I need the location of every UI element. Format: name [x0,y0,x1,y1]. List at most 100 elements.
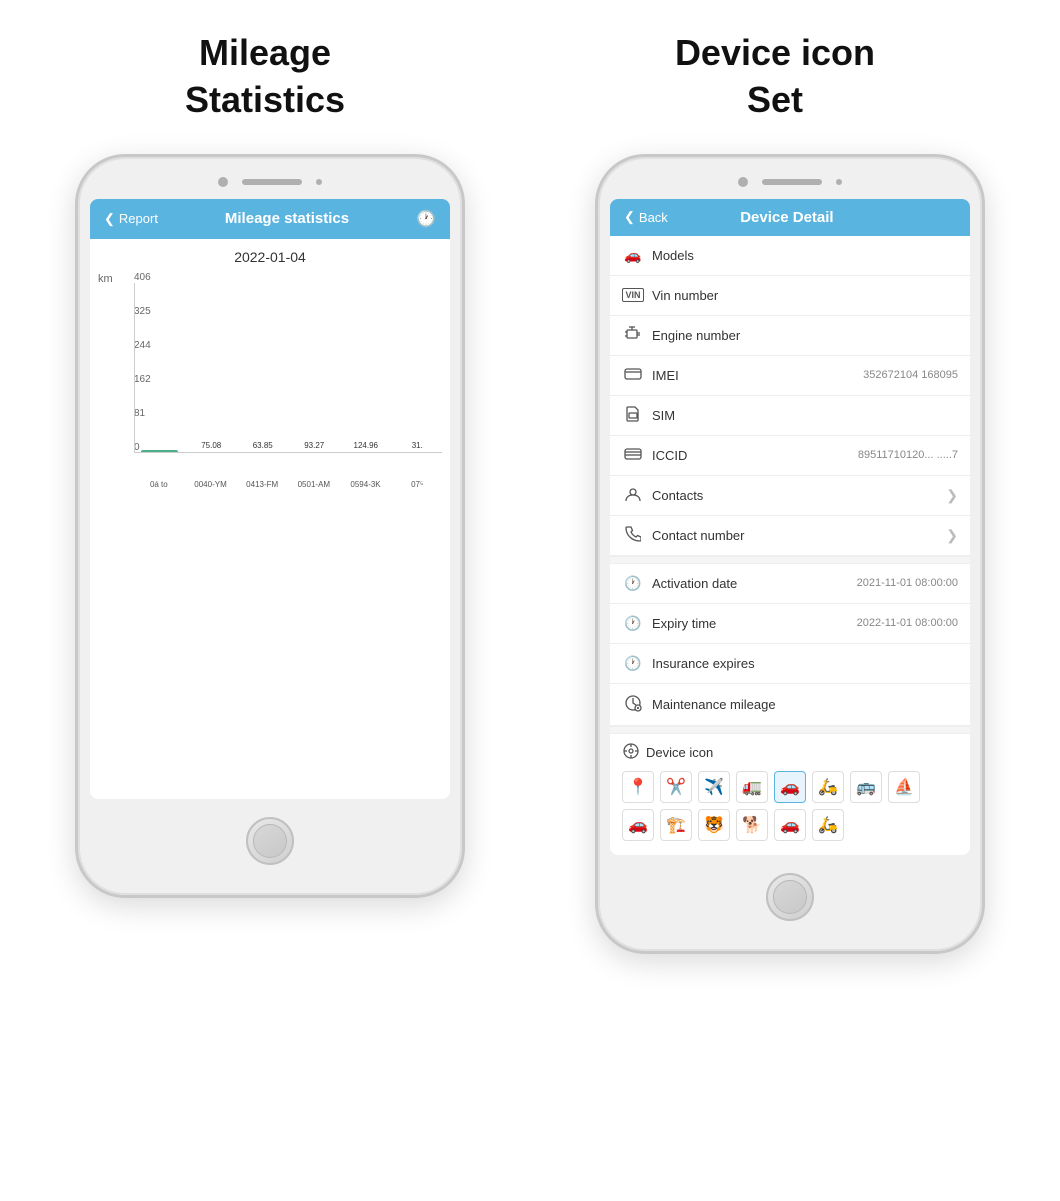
x-label-3: 0501-AM [289,480,339,489]
icon-dog[interactable]: 🐕 [736,809,768,841]
nav-back-device[interactable]: ❮ Back [624,209,668,225]
contacts-icon [622,486,644,505]
icon-car[interactable]: 🚗 [774,771,806,803]
right-screen: ❮ Back Device Detail 🚗 Models VIN Vin nu… [610,199,970,855]
models-label: Models [652,248,958,263]
activation-label: Activation date [652,576,853,591]
device-icon-title-icon [622,742,640,763]
clock-icon-2: 🕐 [622,615,644,632]
bar-group-0 [135,450,185,452]
row-contact-number[interactable]: Contact number ❯ [610,516,970,556]
x-label-0: 0á to [134,480,184,489]
left-section-title: Mileage Statistics [185,30,345,124]
row-vin: VIN Vin number [610,276,970,316]
nav-back-mileage[interactable]: ❮ Report [104,211,158,227]
icon-scooter2[interactable]: 🛵 [812,809,844,841]
history-icon[interactable]: 🕐 [416,209,436,229]
y-tick-406: 406 [134,273,151,283]
sim-label: SIM [652,408,958,423]
imei-value: 352672104 168095 [863,369,958,381]
back-chevron-right: ❮ [624,209,635,225]
section-divider-2 [610,726,970,734]
engine-icon [622,326,644,345]
home-button-inner-right [773,880,807,914]
bar-group-5: 31. [393,441,443,452]
clock-icon-3: 🕐 [622,655,644,672]
device-icon-title: Device icon [622,742,958,763]
y-label: km [98,273,113,285]
phone-top-left [90,177,450,187]
vin-label: Vin number [652,288,958,303]
chart-date: 2022-01-04 [98,249,442,265]
camera-left [218,177,228,187]
iccid-icon [622,447,644,464]
row-models: 🚗 Models [610,236,970,276]
engine-label: Engine number [652,328,958,343]
device-list-1: 🚗 Models VIN Vin number [610,236,970,556]
iccid-label: ICCID [652,448,854,463]
icon-truck[interactable]: 🚛 [736,771,768,803]
insurance-label: Insurance expires [652,656,958,671]
contacts-label: Contacts [652,488,942,503]
home-button-left[interactable] [246,817,294,865]
icon-scooter1[interactable]: 🛵 [812,771,844,803]
clock-icon-1: 🕐 [622,575,644,592]
x-label-2: 0413-FM [237,480,287,489]
icon-excavator[interactable]: 🏗️ [660,809,692,841]
device-list-2: 🕐 Activation date 2021-11-01 08:00:00 🕐 … [610,564,970,726]
icon-scissors[interactable]: ✂️ [660,771,692,803]
icon-location[interactable]: 📍 [622,771,654,803]
bar-group-2: 63.85 [238,441,288,452]
maintenance-label: Maintenance mileage [652,697,958,712]
expiry-value: 2022-11-01 08:00:00 [857,617,958,629]
notch-dot-right [836,179,842,185]
icon-tiger[interactable]: 🐯 [698,809,730,841]
notch-dot-left [316,179,322,185]
home-button-right[interactable] [766,873,814,921]
camera-right [738,177,748,187]
nav-bar-device: ❮ Back Device Detail [610,199,970,236]
bar-value-5: 31. [412,441,423,450]
bar-group-3: 93.27 [290,441,340,452]
icon-bus[interactable]: 🚌 [850,771,882,803]
icon-plane[interactable]: ✈️ [698,771,730,803]
icon-row-1: 📍 ✂️ ✈️ 🚛 🚗 🛵 🚌 ⛵ [622,771,958,803]
icon-boat[interactable]: ⛵ [888,771,920,803]
nav-title-device: Device Detail [668,209,906,226]
car-icon: 🚗 [622,247,644,264]
bar-value-4: 124.96 [354,441,378,450]
imei-label: IMEI [652,368,859,383]
section-divider-1 [610,556,970,564]
row-imei: IMEI 352672104 168095 [610,356,970,396]
contact-number-chevron: ❯ [946,527,958,544]
row-contacts[interactable]: Contacts ❯ [610,476,970,516]
right-phone: ❮ Back Device Detail 🚗 Models VIN Vin nu… [595,154,985,954]
device-icon-label: Device icon [646,745,713,760]
device-icon-section: Device icon 📍 ✂️ ✈️ 🚛 🚗 🛵 🚌 ⛵ 🚗 🏗️ 🐯 [610,734,970,855]
row-iccid: ICCID 89511710120... .....7 [610,436,970,476]
nav-title-mileage: Mileage statistics [225,210,349,227]
icon-sedan[interactable]: 🚗 [622,809,654,841]
row-activation: 🕐 Activation date 2021-11-01 08:00:00 [610,564,970,604]
back-chevron-left: ❮ [104,211,115,227]
row-engine: Engine number [610,316,970,356]
bar-value-3: 93.27 [304,441,324,450]
bar-value-1: 75.08 [201,441,221,450]
activation-value: 2021-11-01 08:00:00 [857,577,958,589]
maintenance-icon [622,694,644,715]
back-label-device: Back [639,210,668,225]
bar-0 [141,450,178,452]
back-label-mileage: Report [119,211,158,226]
left-phone: ❮ Report Mileage statistics 🕐 2022-01-04… [75,154,465,898]
bar-value-2: 63.85 [253,441,273,450]
row-expiry: 🕐 Expiry time 2022-11-01 08:00:00 [610,604,970,644]
bars-area: 75.08 63.85 93.27 124.96 31. [134,283,442,453]
phone-icon [622,526,644,545]
icon-car2[interactable]: 🚗 [774,809,806,841]
phone-top-right [610,177,970,187]
x-label-1: 0040-YM [186,480,236,489]
chart-container: km 0 81 162 244 325 406 75.0863.8593.271… [98,273,442,493]
sim-icon [622,406,644,425]
left-screen: ❮ Report Mileage statistics 🕐 2022-01-04… [90,199,450,799]
row-insurance: 🕐 Insurance expires [610,644,970,684]
